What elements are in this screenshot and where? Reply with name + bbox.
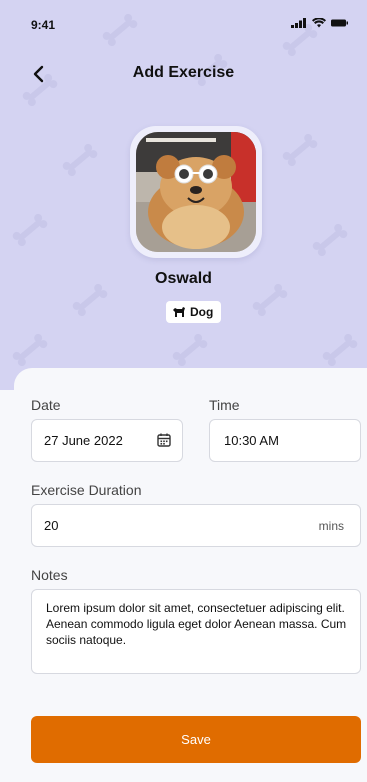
date-label: Date xyxy=(31,397,61,413)
species-label: Dog xyxy=(190,305,214,319)
status-bar: 9:41 xyxy=(0,0,367,44)
pet-photo xyxy=(136,132,256,252)
save-button[interactable]: Save xyxy=(31,716,361,763)
notes-label: Notes xyxy=(31,567,68,583)
status-icons xyxy=(291,18,349,28)
species-badge: Dog xyxy=(166,301,222,323)
pet-name: Oswald xyxy=(155,270,212,287)
battery-icon xyxy=(331,19,348,27)
top-nav: Add Exercise xyxy=(0,56,367,92)
pet-photo-image xyxy=(136,132,256,252)
duration-label: Exercise Duration xyxy=(31,482,142,498)
wifi-icon xyxy=(312,18,326,28)
time-field[interactable]: 10:30 AM xyxy=(209,419,361,462)
notes-textarea[interactable]: Lorem ipsum dolor sit amet, consectetuer… xyxy=(31,589,361,674)
calendar-icon[interactable] xyxy=(156,432,172,448)
date-field[interactable]: 27 June 2022 xyxy=(31,419,183,462)
duration-field[interactable]: 20 mins xyxy=(31,504,361,547)
duration-value: 20 xyxy=(44,518,59,533)
page-title: Add Exercise xyxy=(132,64,235,81)
pet-photo-frame[interactable] xyxy=(130,126,262,258)
dog-icon xyxy=(173,307,185,317)
status-time: 9:41 xyxy=(31,18,56,32)
duration-unit: mins xyxy=(318,518,344,533)
signal-icon xyxy=(291,18,306,28)
time-value: 10:30 AM xyxy=(224,433,279,448)
time-label: Time xyxy=(209,397,240,413)
date-value: 27 June 2022 xyxy=(44,433,123,448)
notes-value: Lorem ipsum dolor sit amet, consectetuer… xyxy=(46,601,347,647)
